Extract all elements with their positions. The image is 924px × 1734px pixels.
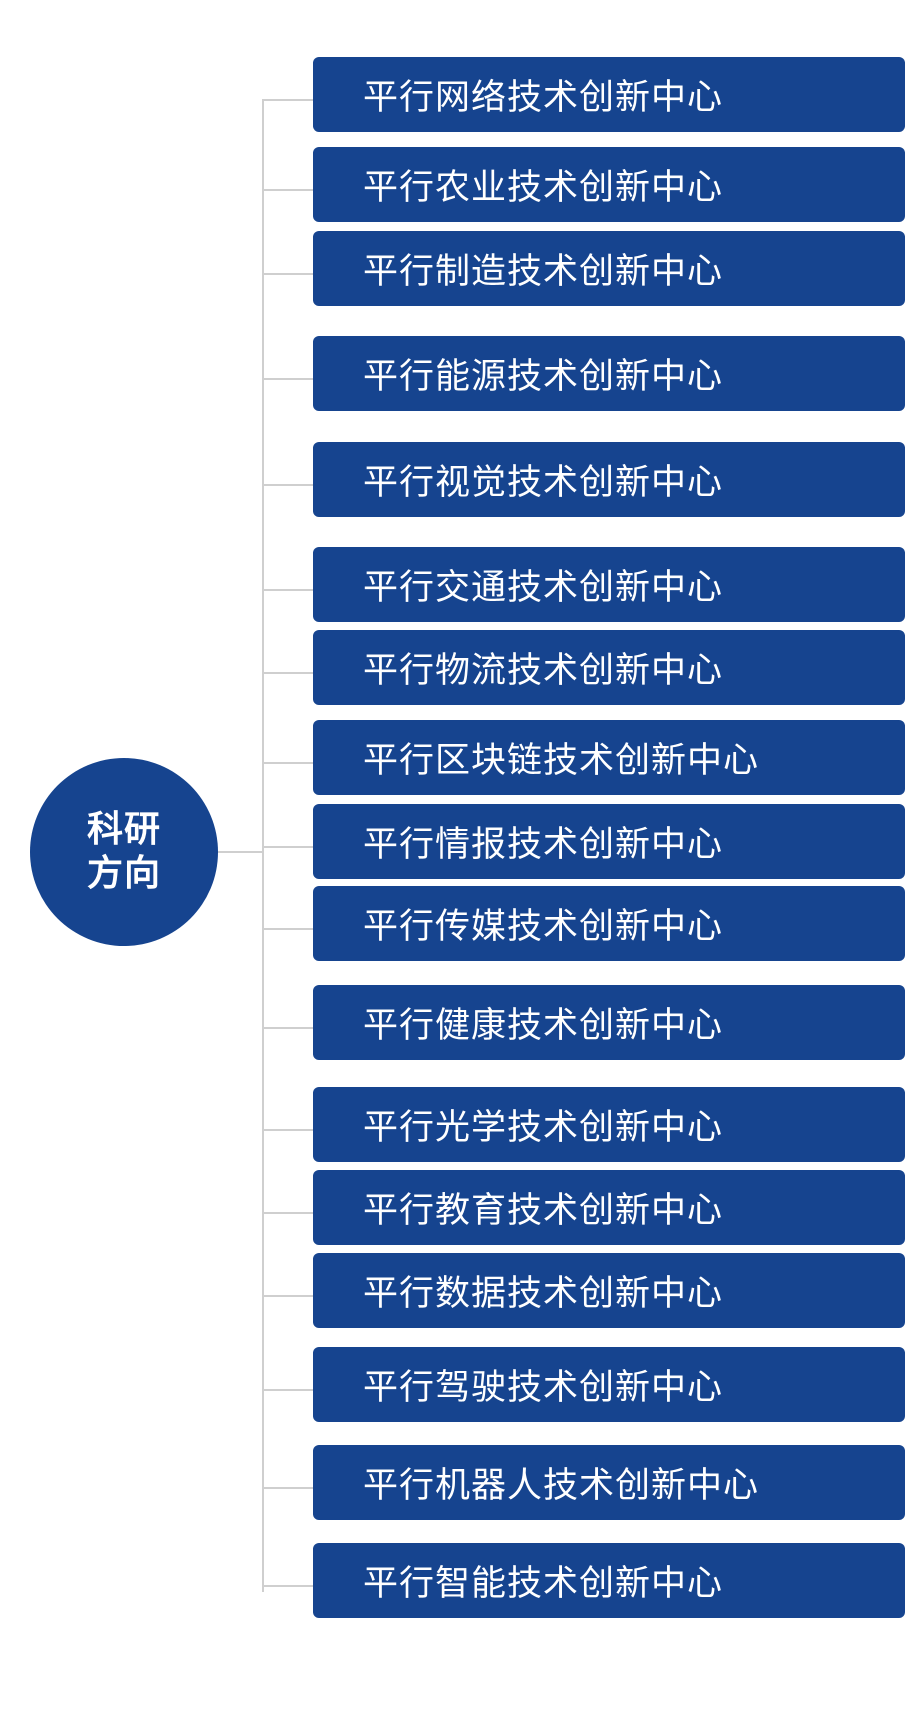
center-node: 平行机器人技术创新中心	[313, 1445, 905, 1520]
branch-line	[262, 99, 313, 101]
center-node: 平行情报技术创新中心	[313, 804, 905, 879]
branch-line	[262, 928, 313, 930]
research-direction-diagram: 科研方向 平行网络技术创新中心 平行农业技术创新中心 平行制造技术创新中心 平行能源技…	[0, 0, 924, 1734]
branch-line	[262, 378, 313, 380]
center-node: 平行驾驶技术创新中心	[313, 1347, 905, 1422]
hub-circle: 科研方向	[30, 758, 218, 946]
center-label: 平行网络技术创新中心	[363, 78, 724, 118]
center-label: 平行机器人技术创新中心	[363, 1466, 760, 1506]
center-label: 平行能源技术创新中心	[363, 357, 724, 397]
center-node: 平行制造技术创新中心	[313, 231, 905, 306]
center-label: 平行智能技术创新中心	[363, 1564, 724, 1604]
branch-line	[262, 589, 313, 591]
center-node: 平行数据技术创新中心	[313, 1253, 905, 1328]
branch-line	[262, 762, 313, 764]
center-node: 平行教育技术创新中心	[313, 1170, 905, 1245]
center-label: 平行区块链技术创新中心	[363, 741, 760, 781]
center-label: 平行健康技术创新中心	[363, 1006, 724, 1046]
branch-line	[262, 1027, 313, 1029]
branch-line	[262, 1129, 313, 1131]
center-label: 平行制造技术创新中心	[363, 252, 724, 292]
branch-line	[262, 846, 313, 848]
branch-line	[262, 1212, 313, 1214]
branch-line	[262, 273, 313, 275]
center-label: 平行传媒技术创新中心	[363, 907, 724, 947]
branch-line	[262, 1389, 313, 1391]
center-node: 平行健康技术创新中心	[313, 985, 905, 1060]
center-label: 平行光学技术创新中心	[363, 1108, 724, 1148]
hub-connector	[218, 851, 262, 853]
hub-label: 科研方向	[86, 809, 161, 894]
center-node: 平行智能技术创新中心	[313, 1543, 905, 1618]
branch-line	[262, 1295, 313, 1297]
branch-line	[262, 672, 313, 674]
center-label: 平行教育技术创新中心	[363, 1191, 724, 1231]
center-node: 平行区块链技术创新中心	[313, 720, 905, 795]
center-label: 平行交通技术创新中心	[363, 568, 724, 608]
center-label: 平行驾驶技术创新中心	[363, 1368, 724, 1408]
branch-line	[262, 484, 313, 486]
center-node: 平行交通技术创新中心	[313, 547, 905, 622]
center-node: 平行视觉技术创新中心	[313, 442, 905, 517]
branch-line	[262, 1487, 313, 1489]
center-node: 平行网络技术创新中心	[313, 57, 905, 132]
center-label: 平行情报技术创新中心	[363, 825, 724, 865]
center-label: 平行农业技术创新中心	[363, 168, 724, 208]
branch-line	[262, 189, 313, 191]
center-node: 平行光学技术创新中心	[313, 1087, 905, 1162]
branch-line	[262, 1585, 313, 1587]
center-node: 平行物流技术创新中心	[313, 630, 905, 705]
center-node: 平行农业技术创新中心	[313, 147, 905, 222]
center-label: 平行物流技术创新中心	[363, 651, 724, 691]
center-label: 平行数据技术创新中心	[363, 1274, 724, 1314]
center-node: 平行能源技术创新中心	[313, 336, 905, 411]
center-label: 平行视觉技术创新中心	[363, 463, 724, 503]
center-node: 平行传媒技术创新中心	[313, 886, 905, 961]
